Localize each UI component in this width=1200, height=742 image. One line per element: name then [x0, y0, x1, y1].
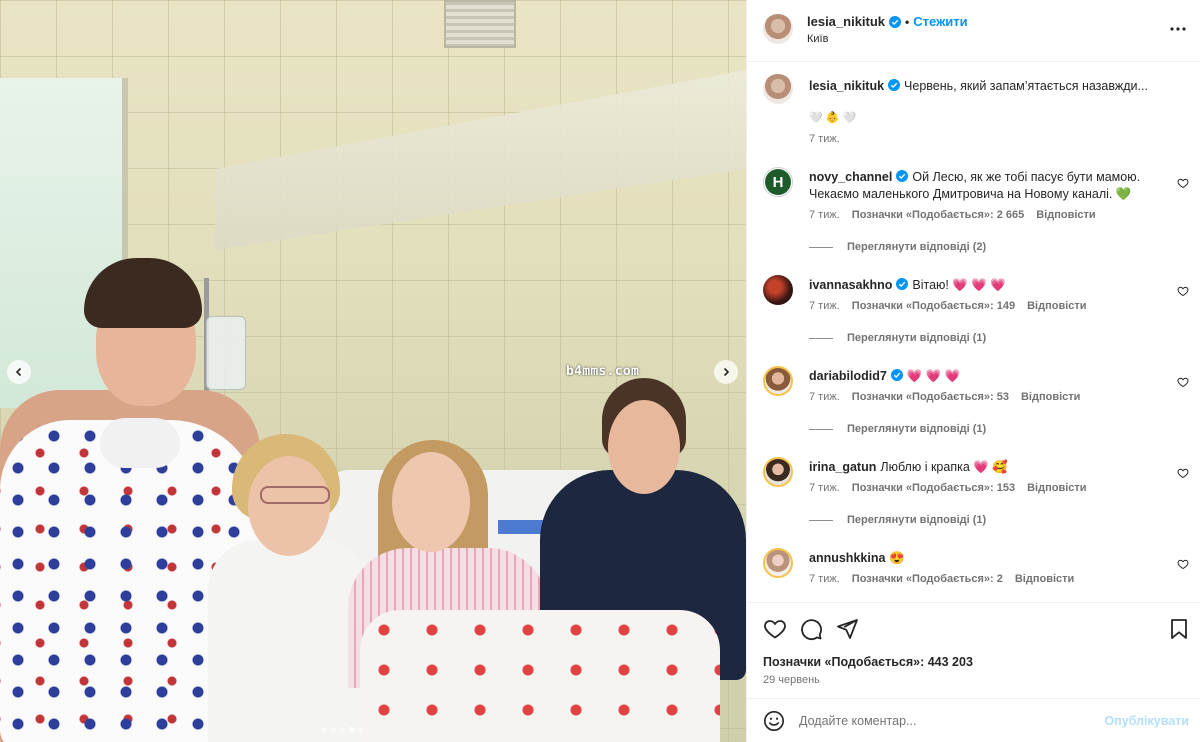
comment-likes[interactable]: Позначки «Подобається»: 53: [852, 391, 1009, 403]
chevron-left-icon: [15, 367, 22, 377]
reply-button[interactable]: Відповісти: [1036, 209, 1095, 221]
commenter-username[interactable]: ivannasakhno: [809, 278, 892, 292]
comment-text: Люблю і крапка 💗 🥰: [880, 460, 1008, 474]
carousel-prev-button[interactable]: [7, 360, 31, 384]
separator-dot: •: [905, 14, 910, 29]
location-link[interactable]: Київ: [807, 33, 828, 45]
verified-badge-icon: [896, 170, 909, 182]
reply-button[interactable]: Відповісти: [1027, 300, 1086, 312]
emoji-icon[interactable]: [763, 710, 785, 732]
commenter-avatar[interactable]: [763, 366, 793, 396]
verified-badge-icon: [896, 278, 909, 290]
air-vent: [444, 0, 516, 48]
commenter-avatar[interactable]: [763, 275, 793, 305]
carousel-dot: [358, 727, 363, 732]
send-icon[interactable]: [835, 617, 859, 641]
commenter-username[interactable]: irina_gatun: [809, 460, 876, 474]
post-photo[interactable]: b4mms.com: [0, 0, 746, 742]
commenter-avatar[interactable]: [763, 548, 793, 578]
carousel-dot: [340, 727, 345, 732]
post-date: 29 червень: [763, 674, 820, 686]
comment-like-icon[interactable]: [1177, 177, 1189, 189]
verified-badge-icon: [888, 79, 901, 91]
comment-age: 7 тиж.: [809, 391, 840, 403]
iv-bag: [206, 316, 246, 390]
comment-input[interactable]: [799, 709, 1089, 733]
comment-age: 7 тиж.: [809, 573, 840, 585]
caption-emoji: 🤍 👶 🤍: [809, 112, 857, 124]
caption-username[interactable]: lesia_nikituk: [809, 79, 884, 93]
post-side-panel: lesia_nikituk • Стежити Київ lesia_nikit…: [746, 0, 1200, 742]
verified-badge-icon: [889, 15, 902, 28]
reply-button[interactable]: Відповісти: [1015, 573, 1074, 585]
comment-text: 💗 💗 💗: [906, 369, 961, 383]
commenter-username[interactable]: dariabilodid7: [809, 369, 887, 383]
comment-text: Вітаю! 💗 💗 💗: [912, 278, 1006, 292]
reply-button[interactable]: Відповісти: [1021, 391, 1080, 403]
chevron-right-icon: [723, 367, 730, 377]
comment-text: 😍: [889, 551, 905, 565]
comment-age: 7 тиж.: [809, 482, 840, 494]
comment-likes[interactable]: Позначки «Подобається»: 153: [852, 482, 1015, 494]
view-replies-button[interactable]: Переглянути відповіді (1): [809, 514, 986, 526]
comment-icon[interactable]: [799, 617, 823, 641]
comment-like-icon[interactable]: [1177, 285, 1189, 297]
heart-icon[interactable]: [763, 617, 787, 641]
bookmark-icon[interactable]: [1167, 617, 1191, 641]
caption-text: Червень, який запам’ятається назавжди...: [904, 79, 1148, 93]
more-horizontal-icon[interactable]: [1169, 20, 1187, 38]
carousel-indicator: [322, 727, 363, 732]
caption-age: 7 тиж.: [809, 133, 840, 145]
follow-button[interactable]: Стежити: [913, 14, 967, 29]
comment-likes[interactable]: Позначки «Подобається»: 2 665: [852, 209, 1024, 221]
caption-author-avatar[interactable]: [763, 74, 793, 104]
author-avatar[interactable]: [763, 14, 793, 44]
view-replies-button[interactable]: Переглянути відповіді (2): [809, 241, 986, 253]
carousel-dot: [322, 727, 327, 732]
carousel-dot: [331, 727, 336, 732]
comment-composer: Опублікувати: [747, 698, 1200, 742]
carousel-next-button[interactable]: [714, 360, 738, 384]
watermark: b4mms.com: [566, 364, 640, 379]
strawberry-blanket: [360, 610, 720, 742]
commenter-avatar[interactable]: H: [763, 167, 793, 197]
comment-age: 7 тиж.: [809, 209, 840, 221]
publish-button[interactable]: Опублікувати: [1104, 714, 1189, 728]
comment-age: 7 тиж.: [809, 300, 840, 312]
comment-like-icon[interactable]: [1177, 376, 1189, 388]
post-actions: Позначки «Подобається»: 443 203 29 черве…: [747, 602, 1200, 698]
commenter-username[interactable]: novy_channel: [809, 170, 892, 184]
comment-likes[interactable]: Позначки «Подобається»: 149: [852, 300, 1015, 312]
comment-like-icon[interactable]: [1177, 558, 1189, 570]
instagram-post-modal: b4mms.com lesia_nikituk • Стежити Київ l…: [0, 0, 1200, 742]
comment-likes[interactable]: Позначки «Подобається»: 2: [852, 573, 1003, 585]
reply-button[interactable]: Відповісти: [1027, 482, 1086, 494]
view-replies-button[interactable]: Переглянути відповіді (1): [809, 332, 986, 344]
author-username[interactable]: lesia_nikituk: [807, 14, 885, 29]
comment-like-icon[interactable]: [1177, 467, 1189, 479]
commenter-username[interactable]: annushkkina: [809, 551, 885, 565]
view-replies-button[interactable]: Переглянути відповіді (1): [809, 423, 986, 435]
likes-count[interactable]: Позначки «Подобається»: 443 203: [763, 655, 973, 669]
commenter-avatar[interactable]: [763, 457, 793, 487]
post-header: lesia_nikituk • Стежити Київ: [747, 0, 1200, 62]
verified-badge-icon: [890, 369, 903, 381]
carousel-dot: [349, 727, 354, 732]
